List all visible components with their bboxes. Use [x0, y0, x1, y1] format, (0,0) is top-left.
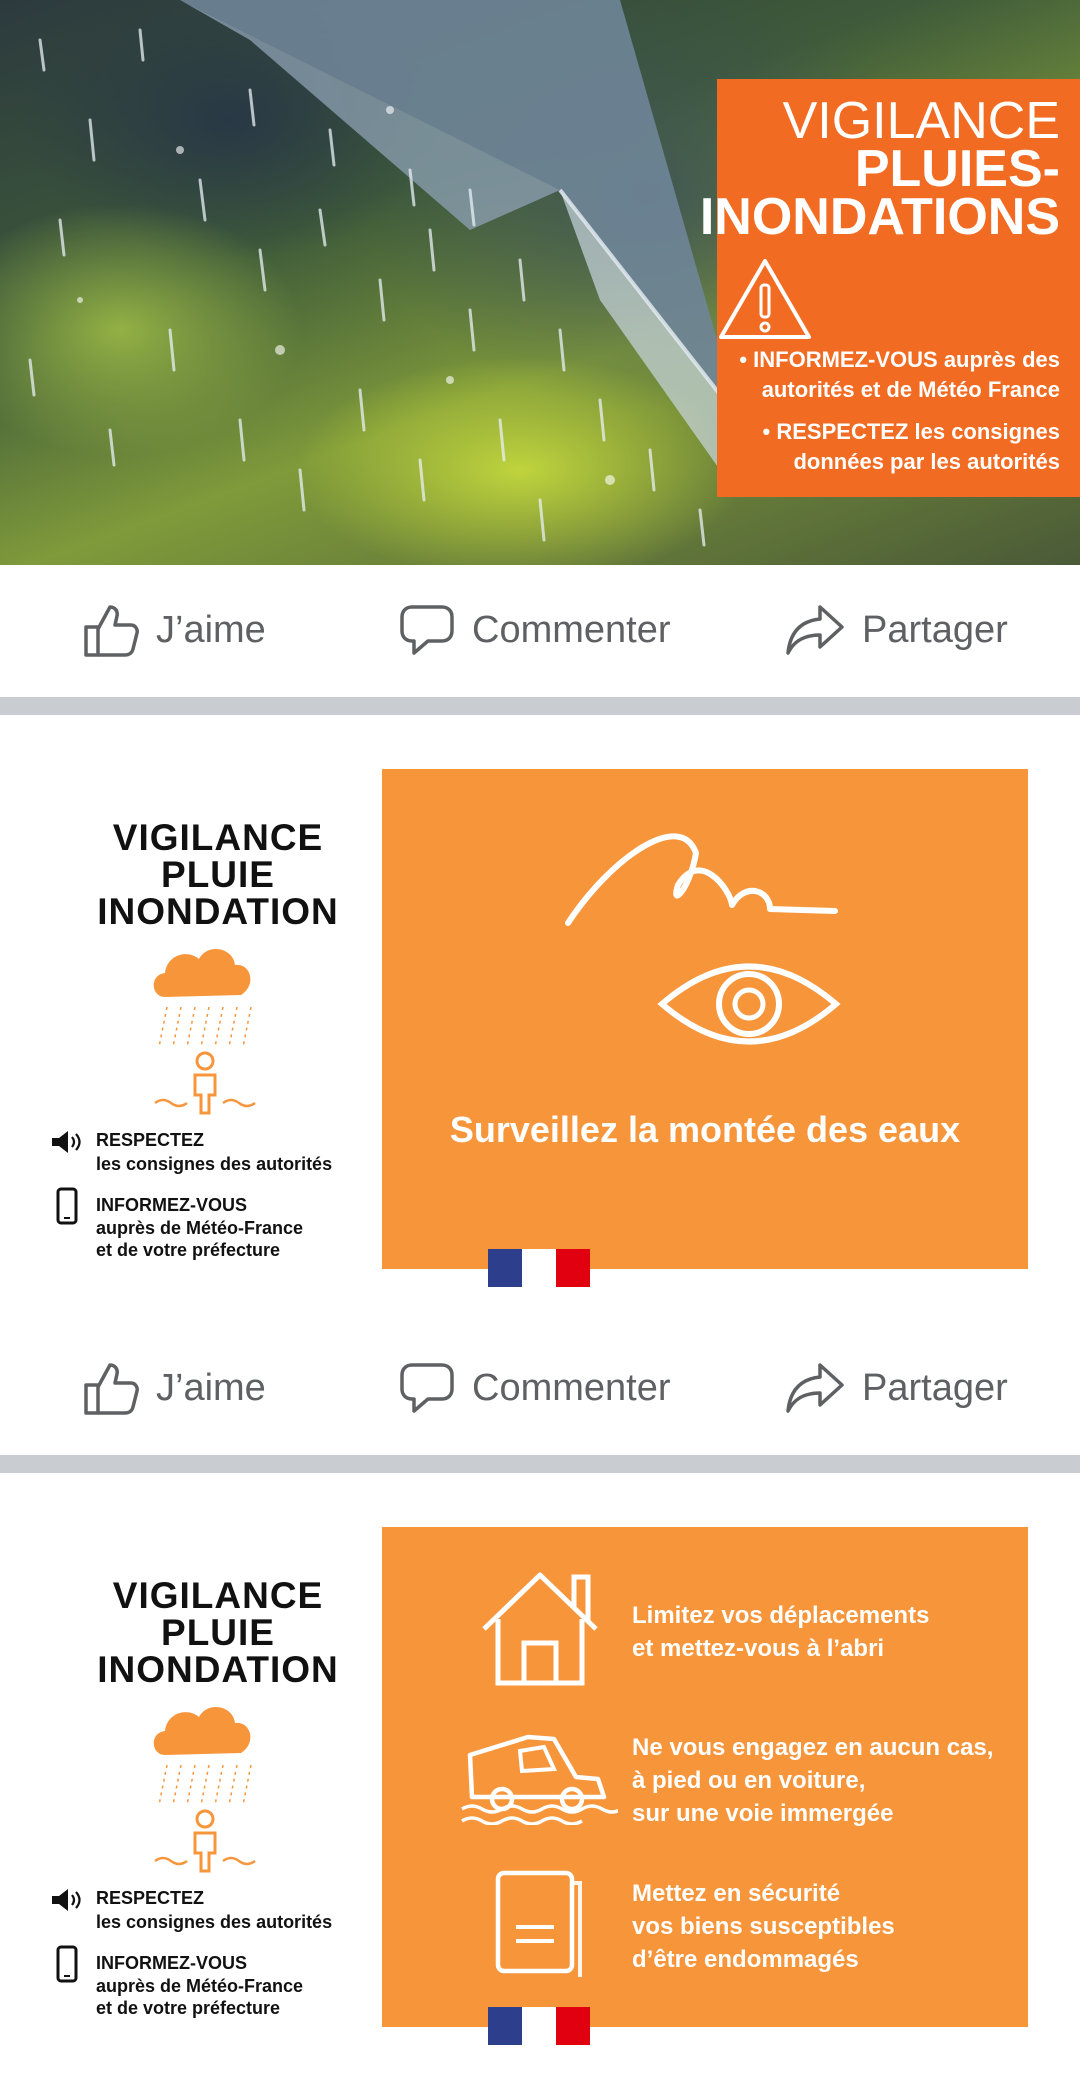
surveillez-panel: Surveillez la montée des eaux	[382, 769, 1028, 1269]
respect-text: les consignes des autorités	[96, 1912, 333, 1932]
comment-label: Commenter	[472, 608, 671, 651]
bullet-inform-line1: • INFORMEZ-VOUS auprès des	[739, 347, 1060, 372]
vigilance-title: VIGILANCE PLUIE INONDATION	[70, 1577, 366, 1688]
advice1-line1: Limitez vos déplacements	[632, 1602, 930, 1629]
speaker-icon	[52, 1889, 81, 1911]
car-flood-icon	[461, 1734, 618, 1825]
advice3-line3: d’être endommagés	[632, 1946, 859, 1973]
phone-icon	[56, 1187, 78, 1225]
vigilance-title-line2: PLUIE	[161, 854, 275, 895]
republic-flag-logo	[488, 2007, 590, 2045]
respect-text: les consignes des autorités	[96, 1154, 333, 1174]
inform-line1: auprès de Météo-France	[96, 1218, 304, 1238]
cloud-rain-person-icon	[153, 948, 256, 1115]
inform-heading: INFORMEZ-VOUS	[96, 1953, 247, 1973]
inform-line2: et de votre préfecture	[96, 1998, 281, 2018]
republic-flag-logo	[488, 1249, 590, 1287]
vigilance-title-line3: INONDATION	[97, 1649, 339, 1690]
speaker-icon	[52, 1131, 81, 1153]
share-button[interactable]: Partager	[784, 565, 1008, 695]
share-label: Partager	[862, 608, 1008, 651]
vigilance-banner: VIGILANCE PLUIES- INONDATIONS • INFORMEZ…	[700, 79, 1080, 497]
comment-bubble-icon	[400, 1363, 454, 1413]
advice2-line2: à pied ou en voiture,	[632, 1767, 866, 1794]
comment-label: Commenter	[472, 1366, 671, 1409]
share-arrow-icon	[786, 1363, 844, 1413]
share-label: Partager	[862, 1366, 1008, 1409]
post-actions-bar: J’aime Commenter Partager	[0, 565, 1080, 695]
surveillez-text: Surveillez la montée des eaux	[449, 1109, 961, 1150]
phone-icon	[56, 1945, 78, 1983]
inform-line1: auprès de Météo-France	[96, 1976, 304, 1996]
comment-button[interactable]: Commenter	[398, 1323, 671, 1453]
eye-icon	[657, 963, 841, 1045]
wave-icon	[565, 833, 838, 926]
house-icon	[482, 1572, 598, 1686]
advice2-line1: Ne vous engagez en aucun cas,	[632, 1734, 994, 1761]
comment-button[interactable]: Commenter	[398, 565, 671, 695]
consignes-panel: Limitez vos déplacements et mettez-vous …	[382, 1527, 1028, 2027]
advice3-line1: Mettez en sécurité	[632, 1880, 841, 1907]
comment-bubble-icon	[400, 605, 454, 655]
vigilance-title-line3: INONDATION	[97, 891, 339, 932]
like-button[interactable]: J’aime	[82, 565, 266, 695]
cloud-rain-person-icon	[153, 1706, 256, 1873]
post-separator	[0, 697, 1080, 715]
thumbs-up-icon	[84, 605, 139, 657]
thumbs-up-icon	[84, 1363, 139, 1415]
advice2-line3: sur une voie immergée	[632, 1800, 894, 1827]
vigilance-title-line1: VIGILANCE	[112, 1575, 324, 1616]
advice3-line2: vos biens susceptibles	[632, 1913, 895, 1940]
post-separator	[0, 1455, 1080, 1473]
respect-heading: RESPECTEZ	[96, 1130, 205, 1150]
banner-title-line3: INONDATIONS	[699, 188, 1060, 246]
share-arrow-icon	[786, 605, 844, 655]
bullet-respect-line2: données par les autorités	[793, 449, 1060, 474]
like-button[interactable]: J’aime	[82, 1323, 266, 1453]
advice1-line2: et mettez-vous à l’abri	[632, 1635, 885, 1662]
post-vigilance-consignes: VIGILANCE PLUIE INONDATION RESPECTEZ les…	[0, 1473, 1080, 2078]
inform-line2: et de votre préfecture	[96, 1240, 281, 1260]
vigilance-title-line1: VIGILANCE	[112, 817, 324, 858]
like-label: J’aime	[156, 608, 266, 651]
share-button[interactable]: Partager	[784, 1323, 1008, 1453]
warning-triangle-icon	[719, 259, 811, 339]
respect-heading: RESPECTEZ	[96, 1888, 205, 1908]
post-actions-bar: J’aime Commenter Partager	[0, 1323, 1080, 1453]
like-label: J’aime	[156, 1366, 266, 1409]
vigilance-title-line2: PLUIE	[161, 1612, 275, 1653]
bullet-inform-line2: autorités et de Météo France	[761, 377, 1060, 402]
bullet-respect-line1: • RESPECTEZ les consignes	[762, 419, 1060, 444]
vigilance-title: VIGILANCE PLUIE INONDATION	[70, 819, 366, 930]
inform-heading: INFORMEZ-VOUS	[96, 1195, 247, 1215]
rain-umbrella-photo[interactable]: VIGILANCE PLUIES- INONDATIONS • INFORMEZ…	[0, 0, 1080, 565]
documents-icon	[495, 1870, 582, 1977]
